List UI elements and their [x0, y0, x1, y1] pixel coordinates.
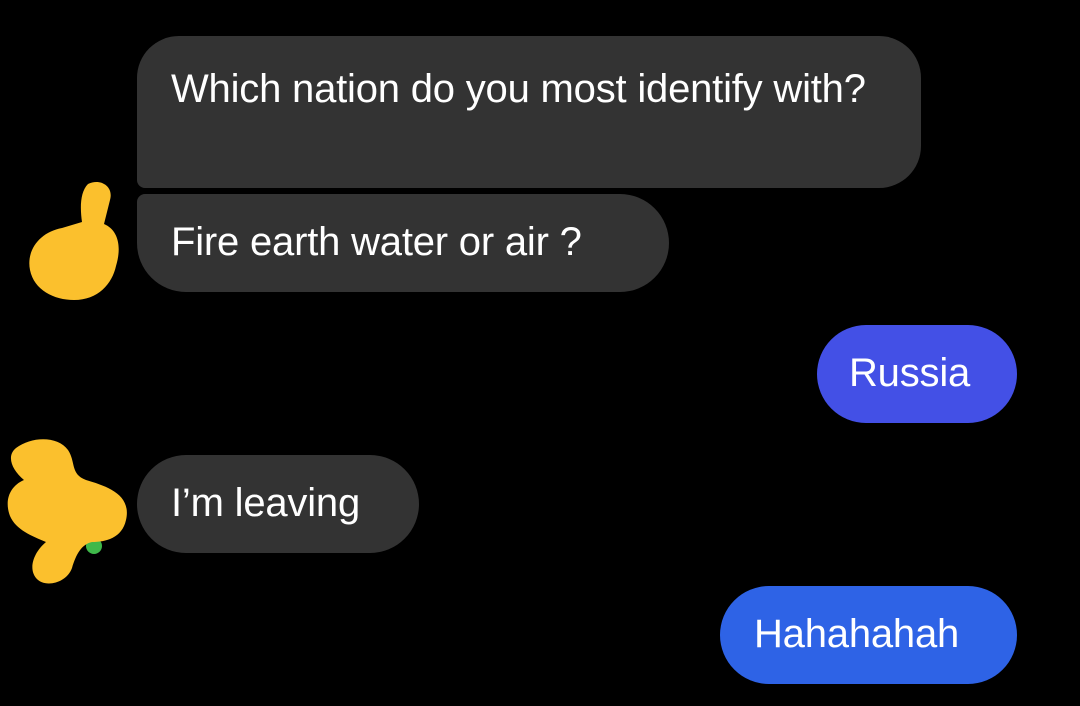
message-text: Russia	[849, 351, 971, 395]
scribble-avatar-icon	[7, 439, 127, 584]
message-text: Hahahahah	[754, 612, 960, 656]
message-bubble-outgoing[interactable]: Hahahahah	[720, 586, 1017, 684]
message-text: Fire earth water or air ?	[171, 220, 582, 264]
contact-avatar[interactable]	[22, 178, 122, 302]
message-text: I’m leaving	[171, 481, 360, 525]
thumbs-up-scribble-icon	[29, 181, 119, 300]
message-text: Which nation do you most identify with?	[171, 67, 866, 111]
message-bubble-incoming[interactable]: Which nation do you most identify with?	[137, 36, 921, 188]
message-bubble-outgoing[interactable]: Russia	[817, 325, 1017, 423]
contact-avatar[interactable]	[2, 436, 134, 588]
message-bubble-incoming[interactable]: Fire earth water or air ?	[137, 194, 669, 292]
message-bubble-incoming[interactable]: I’m leaving	[137, 455, 419, 553]
